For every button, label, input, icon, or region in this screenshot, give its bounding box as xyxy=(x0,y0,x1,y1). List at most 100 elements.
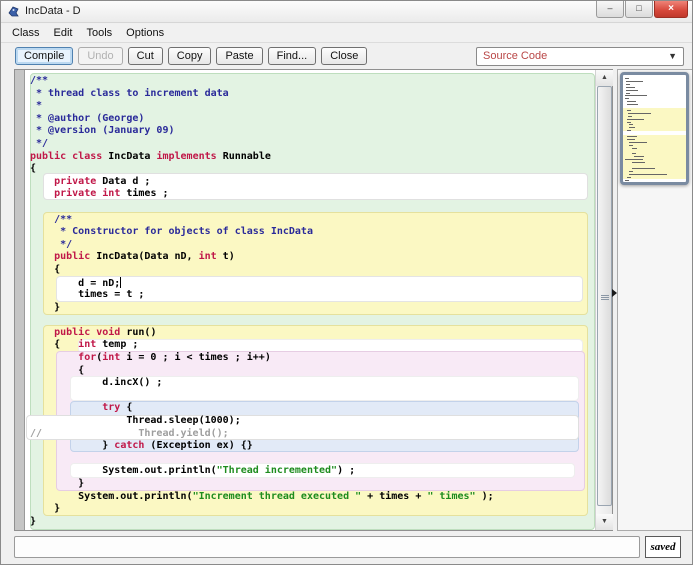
mini-code-line xyxy=(627,130,631,131)
code-line: } xyxy=(30,516,595,529)
breakpoint-gutter[interactable] xyxy=(15,70,25,530)
code-line: try { xyxy=(30,402,595,415)
code-line: } xyxy=(30,478,595,491)
naviview-panel xyxy=(617,69,693,531)
main-area: /** * thread class to increment data * *… xyxy=(1,69,693,533)
mini-code-line xyxy=(627,101,636,102)
menu-edit[interactable]: Edit xyxy=(47,25,80,41)
titlebar: IncData - D – □ × xyxy=(1,1,692,23)
code-line: System.out.println("Thread incremented")… xyxy=(30,465,595,478)
thumb-grip-icon xyxy=(601,295,609,301)
toolbar: Compile Undo Cut Copy Paste Find... Clos… xyxy=(1,43,692,69)
code-line: } xyxy=(30,503,595,516)
code-line: Thread.sleep(1000); xyxy=(30,415,595,428)
code-line: { int temp ; xyxy=(30,339,595,352)
code-line: times = t ; xyxy=(30,289,595,302)
code-line: { xyxy=(30,365,595,378)
close-window-button[interactable]: × xyxy=(654,1,688,18)
mini-code-line xyxy=(629,127,635,128)
mini-code-line xyxy=(629,174,667,175)
code-line: { xyxy=(30,264,595,277)
copy-button[interactable]: Copy xyxy=(168,47,212,65)
scrollbar-thumb[interactable] xyxy=(597,86,612,506)
code-line: public IncData(Data nD, int t) xyxy=(30,251,595,264)
bluej-editor-window: IncData - D – □ × Class Edit Tools Optio… xyxy=(0,0,693,565)
mini-code-line xyxy=(625,78,629,79)
window-title: IncData - D xyxy=(25,5,81,17)
menu-tools[interactable]: Tools xyxy=(79,25,119,41)
code-pane[interactable]: /** * thread class to increment data * *… xyxy=(26,70,595,530)
vertical-scrollbar[interactable]: ▲ ▼ xyxy=(595,70,612,530)
code-line: */ xyxy=(30,239,595,252)
code-line: } xyxy=(30,302,595,315)
code-line: public class IncData implements Runnable xyxy=(30,151,595,164)
code-line: private Data d ; xyxy=(30,176,595,189)
code-line: public void run() xyxy=(30,327,595,340)
menubar: Class Edit Tools Options xyxy=(1,24,692,43)
code-line: * @author (George) xyxy=(30,113,595,126)
code-line: * xyxy=(30,100,595,113)
mini-code-line xyxy=(626,87,636,88)
code-line: */ xyxy=(30,138,595,151)
mini-code-line xyxy=(626,84,630,85)
scroll-down-icon[interactable]: ▼ xyxy=(596,514,613,530)
mini-code-line xyxy=(626,93,630,94)
mini-code-line xyxy=(625,98,629,99)
mini-code-line xyxy=(627,122,631,123)
mini-code-line xyxy=(627,139,635,140)
mini-code-line xyxy=(632,153,636,154)
mini-code-line xyxy=(625,159,643,160)
code-line: /** xyxy=(30,214,595,227)
code-line: { xyxy=(30,163,595,176)
mini-code-line xyxy=(629,142,647,143)
code-line: * thread class to increment data xyxy=(30,88,595,101)
code-line: /** xyxy=(30,75,595,88)
status-message-field xyxy=(14,536,640,558)
code-line: for(int i = 0 ; i < times ; i++) xyxy=(30,352,595,365)
code-line xyxy=(30,201,595,214)
code-line: * @version (January 09) xyxy=(30,125,595,138)
view-mode-value: Source Code xyxy=(483,50,547,62)
mini-code-line xyxy=(629,124,633,125)
code-line xyxy=(30,390,595,403)
code-line xyxy=(30,314,595,327)
code-line: System.out.println("Increment thread exe… xyxy=(30,491,595,504)
cut-button[interactable]: Cut xyxy=(128,47,163,65)
view-mode-dropdown[interactable]: Source Code ▼ xyxy=(476,47,684,66)
mini-code-line xyxy=(627,136,636,137)
code-line xyxy=(30,453,595,466)
mini-code-line xyxy=(627,119,644,120)
statusbar: saved xyxy=(1,533,693,565)
undo-button[interactable]: Undo xyxy=(78,47,122,65)
close-editor-button[interactable]: Close xyxy=(321,47,367,65)
code-lines: /** * thread class to increment data * *… xyxy=(26,75,595,528)
text-caret xyxy=(120,277,121,288)
mini-code-line xyxy=(625,95,647,96)
mini-code-line xyxy=(625,180,629,181)
code-line: // Thread.yield(); xyxy=(30,428,595,441)
code-line: private int times ; xyxy=(30,188,595,201)
find-button[interactable]: Find... xyxy=(268,47,317,65)
mini-code-line xyxy=(627,104,637,105)
mini-code-line xyxy=(626,90,639,91)
mini-code-line xyxy=(629,171,633,172)
menu-class[interactable]: Class xyxy=(5,25,47,41)
mini-code-line xyxy=(632,162,646,163)
maximize-button[interactable]: □ xyxy=(625,1,653,18)
mini-code-line xyxy=(629,145,633,146)
naviview-viewport[interactable] xyxy=(620,72,689,185)
mini-code-line xyxy=(626,81,644,82)
source-editor: /** * thread class to increment data * *… xyxy=(14,69,613,531)
mini-code-line xyxy=(634,156,644,157)
code-line: d = nD; xyxy=(30,277,595,290)
menu-options[interactable]: Options xyxy=(119,25,171,41)
code-line: d.incX() ; xyxy=(30,377,595,390)
chevron-down-icon: ▼ xyxy=(668,48,677,65)
scroll-up-icon[interactable]: ▲ xyxy=(596,70,613,86)
compile-button[interactable]: Compile xyxy=(15,47,73,65)
code-line: * Constructor for objects of class IncDa… xyxy=(30,226,595,239)
mini-code-line xyxy=(627,177,631,178)
paste-button[interactable]: Paste xyxy=(216,47,262,65)
minimize-button[interactable]: – xyxy=(596,1,624,18)
bluej-app-icon xyxy=(7,5,20,18)
